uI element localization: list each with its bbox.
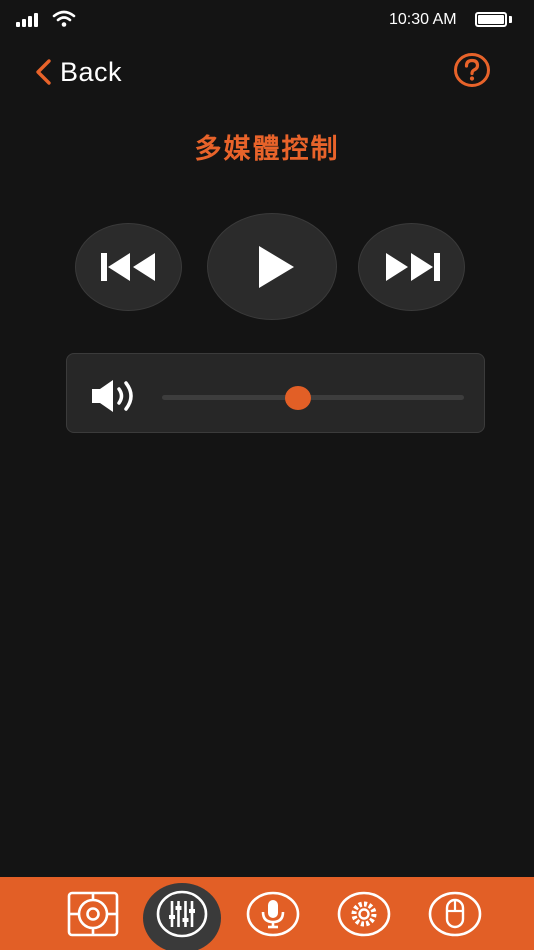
tab-touchpad[interactable] [58,877,128,950]
tab-equalizer[interactable] [143,877,221,950]
media-control-screen: 10:30 AM Back 多媒體控制 [0,0,534,950]
play-icon [259,245,294,288]
tab-voice[interactable] [238,877,308,950]
equalizer-sliders-icon [156,890,208,937]
next-track-button[interactable] [358,223,465,311]
battery-icon [475,12,507,27]
battery-tip [509,16,512,23]
back-button[interactable]: Back [34,52,122,92]
previous-track-button[interactable] [75,223,182,311]
question-circle-icon [454,53,490,87]
touchpad-target-icon [67,891,119,936]
play-button[interactable] [207,213,337,320]
battery-fill [478,15,504,24]
back-label: Back [60,56,123,87]
mouse-icon [428,891,482,936]
speaker-icon [92,380,133,412]
signal-icon [16,13,38,27]
volume-slider-thumb[interactable] [284,386,311,410]
tab-settings[interactable] [329,877,399,950]
wifi-icon [52,10,76,27]
page-title: 多媒體控制 [194,134,340,164]
volume-slider[interactable] [162,386,464,410]
volume-panel [66,353,485,433]
status-time: 10:30 AM [389,11,457,28]
status-bar: 10:30 AM [0,0,534,40]
chevron-left-icon [36,59,51,85]
settings-gear-icon [337,891,391,936]
bottom-tab-bar [0,877,534,950]
microphone-icon [246,891,300,936]
next-track-icon [385,253,440,281]
help-button[interactable] [453,52,491,93]
tab-mouse[interactable] [420,877,490,950]
previous-track-icon [100,253,155,281]
